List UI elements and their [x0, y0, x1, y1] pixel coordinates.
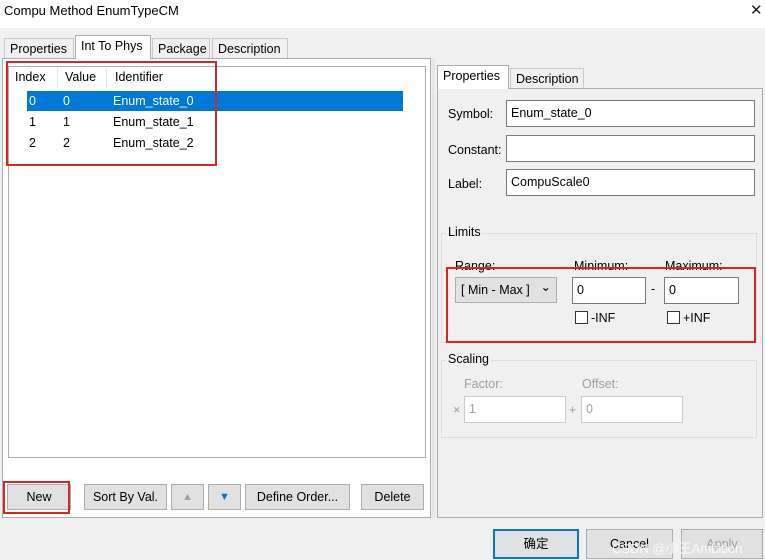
arrow-up-icon: ▲ — [182, 491, 193, 503]
move-down-button[interactable]: ▼ — [208, 484, 241, 510]
label-label: Label: — [448, 177, 483, 191]
offset-plus-sign: + — [569, 403, 577, 417]
highlight-box — [6, 61, 217, 166]
ok-button[interactable]: 确定 — [493, 529, 579, 559]
tab-label: Description — [218, 42, 281, 56]
tab-scale-properties[interactable]: Properties — [437, 65, 509, 89]
highlight-box — [3, 481, 70, 514]
sort-by-value-button[interactable]: Sort By Val. — [84, 484, 167, 510]
label-field[interactable]: CompuScale0 — [506, 169, 755, 196]
offset-field[interactable]: 0 — [581, 396, 683, 423]
tab-scale-description[interactable]: Description — [510, 68, 584, 89]
tab-label: Description — [516, 72, 579, 86]
factor-field[interactable]: 1 — [464, 396, 566, 423]
define-order-button[interactable]: Define Order... — [245, 484, 350, 510]
delete-button[interactable]: Delete — [361, 484, 424, 510]
tab-label: Properties — [10, 42, 67, 56]
factor-label: Factor: — [464, 377, 503, 391]
tab-label: Int To Phys — [81, 39, 143, 53]
constant-field[interactable] — [506, 135, 755, 162]
symbol-field[interactable]: Enum_state_0 — [506, 100, 755, 127]
scaling-title: Scaling — [446, 352, 491, 366]
tab-properties[interactable]: Properties — [4, 38, 74, 59]
tab-label: Package — [158, 42, 207, 56]
offset-label: Offset: — [582, 377, 619, 391]
tab-label: Properties — [443, 69, 500, 83]
panel-splitter[interactable] — [432, 58, 435, 518]
watermark: CSDN @小王Ambition — [612, 541, 743, 556]
window-title: Compu Method EnumTypeCM — [4, 3, 179, 18]
close-icon[interactable]: ✕ — [750, 1, 763, 19]
limits-title: Limits — [446, 225, 483, 239]
move-up-button[interactable]: ▲ — [171, 484, 204, 510]
symbol-label: Symbol: — [448, 107, 494, 121]
constant-label: Constant: — [448, 143, 502, 157]
tab-int-to-phys[interactable]: Int To Phys — [75, 35, 151, 59]
highlight-box — [446, 267, 756, 343]
factor-multiply-sign: × — [453, 403, 461, 417]
tab-package[interactable]: Package — [152, 38, 210, 59]
tab-description[interactable]: Description — [212, 38, 288, 59]
arrow-down-icon: ▼ — [219, 491, 230, 503]
